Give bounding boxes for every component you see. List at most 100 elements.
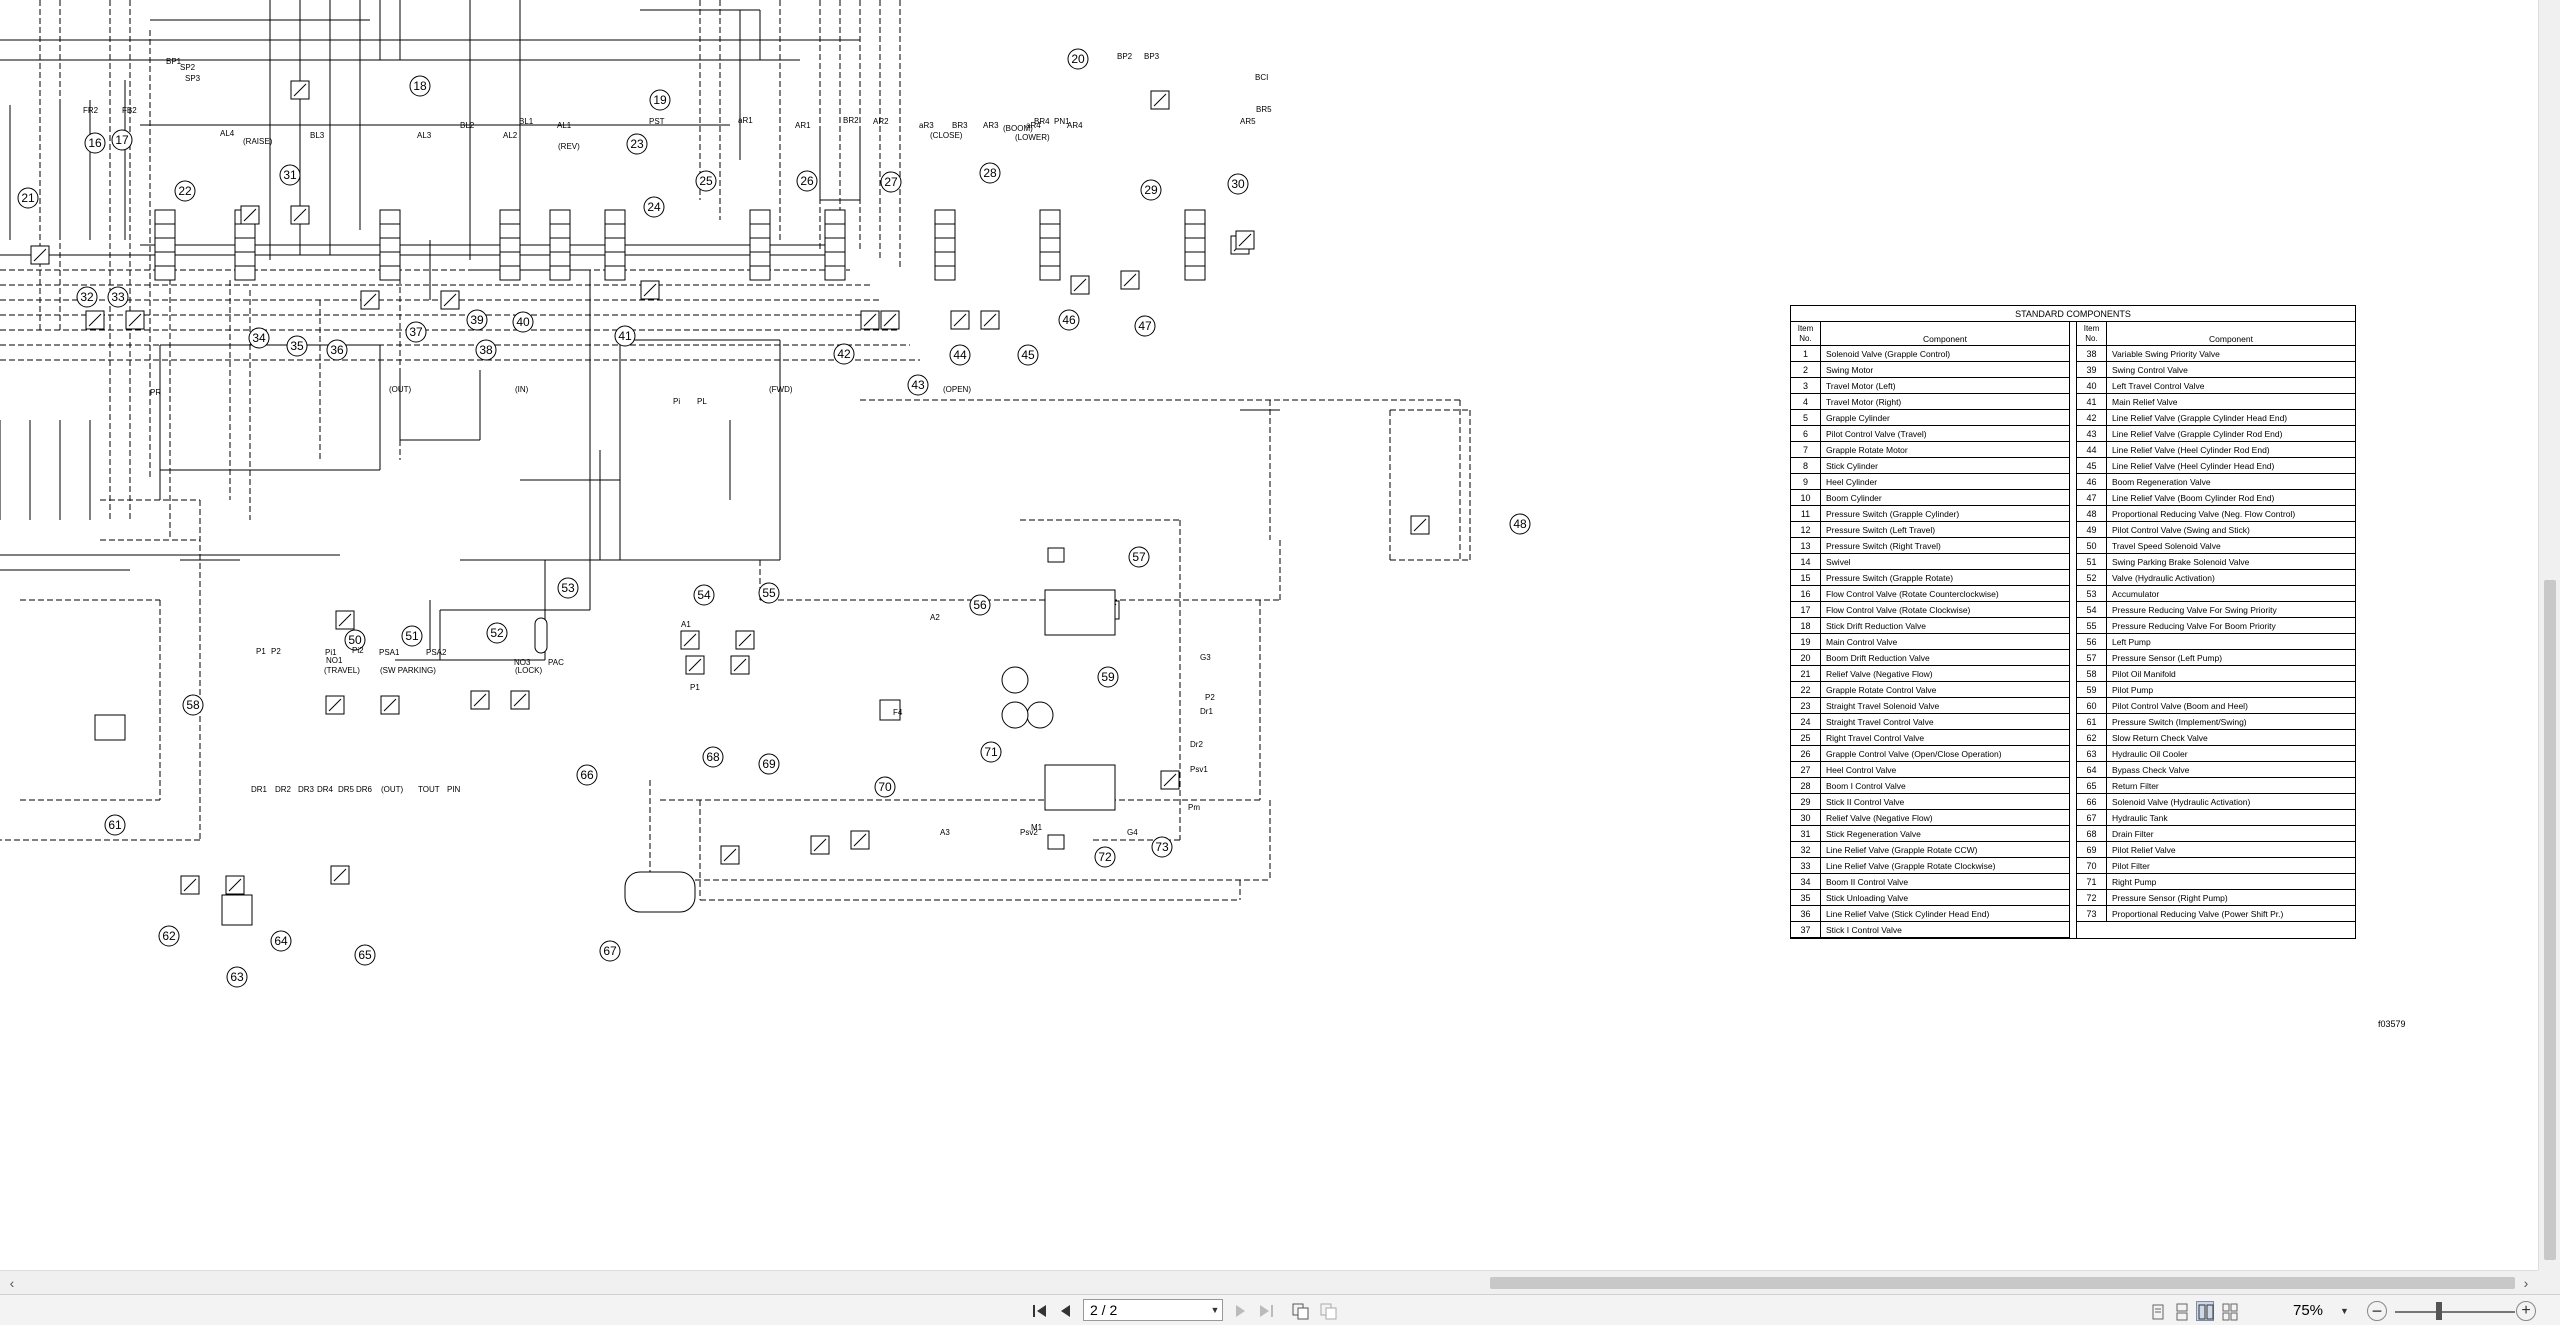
zoom-in-icon[interactable]: + [2516, 1301, 2536, 1321]
component-name: Pilot Oil Manifold [2112, 669, 2176, 679]
zoom-level[interactable]: 75% [2278, 1301, 2338, 1321]
svg-text:31: 31 [283, 168, 297, 182]
table-row: 52 Valve (Hydraulic Activation) [2077, 570, 2355, 586]
table-row: 40 Left Travel Control Valve [2077, 378, 2355, 394]
first-page-icon[interactable] [1030, 1301, 1050, 1321]
table-row: 66 Solenoid Valve (Hydraulic Activation) [2077, 794, 2355, 810]
port-label: Psv1 [1190, 765, 1208, 774]
zoom-slider-thumb[interactable] [2436, 1302, 2442, 1320]
item-number: 62 [2077, 730, 2107, 745]
table-right-column: Item No. Component 38 Variable Swing Prio… [2076, 322, 2355, 938]
continuous-view-icon[interactable] [2172, 1301, 2190, 1321]
table-row: 63 Hydraulic Oil Cooler [2077, 746, 2355, 762]
svg-text:21: 21 [21, 191, 35, 205]
component-name: Solenoid Valve (Hydraulic Activation) [2112, 797, 2251, 807]
component-name: Valve (Hydraulic Activation) [2112, 573, 2215, 583]
document-canvas[interactable]: 16 17 18 19 20 21 22 23 24 25 26 27 28 29 30 31 32 33 34 35… [0, 0, 2538, 1270]
svg-text:64: 64 [274, 934, 288, 948]
item-number: 24 [1791, 714, 1821, 729]
component-name: Relief Valve (Negative Flow) [1826, 813, 1933, 823]
prev-page-icon[interactable] [1056, 1301, 1076, 1321]
callout-59: 59 [1097, 666, 1119, 688]
component-name: Pilot Filter [2112, 861, 2150, 871]
item-number: 64 [2077, 762, 2107, 777]
port-label: AL4 [220, 129, 235, 138]
callout-19: 19 [649, 89, 671, 111]
port-label: DR1 [251, 785, 268, 794]
page-dropdown-icon[interactable]: ▼ [1208, 1299, 1222, 1321]
item-number: 15 [1791, 570, 1821, 585]
port-label: PR [150, 388, 161, 397]
component-name: Grapple Rotate Control Valve [1826, 685, 1937, 695]
vertical-scrollbar[interactable] [2538, 0, 2560, 1270]
item-number: 2 [1791, 362, 1821, 377]
pdf-viewer: 16 17 18 19 20 21 22 23 24 25 26 27 28 29 30 31 32 33 34 35… [0, 0, 2560, 1325]
callout-26: 26 [796, 170, 818, 192]
item-number: 14 [1791, 554, 1821, 569]
svg-text:72: 72 [1098, 850, 1112, 864]
item-number: 25 [1791, 730, 1821, 745]
svg-text:57: 57 [1132, 550, 1146, 564]
component-name: Pressure Switch (Implement/Swing) [2112, 717, 2247, 727]
scroll-left-arrow-icon[interactable]: ‹ [4, 1275, 20, 1291]
component-name: Grapple Control Valve (Open/Close Operat… [1826, 749, 2002, 759]
table-row: 49 Pilot Control Valve (Swing and Stick) [2077, 522, 2355, 538]
last-page-icon[interactable] [1256, 1301, 1276, 1321]
component-name: Swing Parking Brake Solenoid Valve [2112, 557, 2250, 567]
two-page-continuous-icon[interactable] [2220, 1301, 2238, 1321]
item-number: 45 [2077, 458, 2107, 473]
callout-57: 57 [1128, 546, 1150, 568]
table-left-column: Item No. Component 1 Solenoid Valve (Grap… [1791, 322, 2070, 938]
item-number: 70 [2077, 858, 2107, 873]
table-row: 51 Swing Parking Brake Solenoid Valve [2077, 554, 2355, 570]
item-number: 52 [2077, 570, 2107, 585]
table-row: 60 Pilot Control Valve (Boom and Heel) [2077, 698, 2355, 714]
port-label: DR4 [317, 785, 334, 794]
two-page-view-icon[interactable] [2196, 1301, 2214, 1321]
extract-page-icon[interactable] [1318, 1301, 1340, 1321]
port-label: (TRAVEL) [324, 666, 360, 675]
zoom-slider-track[interactable] [2395, 1311, 2515, 1313]
horizontal-scroll-thumb[interactable] [1490, 1277, 2515, 1289]
item-number: 32 [1791, 842, 1821, 857]
scroll-right-arrow-icon[interactable]: › [2518, 1275, 2534, 1291]
item-number: 60 [2077, 698, 2107, 713]
component-name: Right Travel Control Valve [1826, 733, 1925, 743]
item-number: 56 [2077, 634, 2107, 649]
callout-72: 72 [1094, 846, 1116, 868]
zoom-dropdown-icon[interactable]: ▼ [2340, 1301, 2352, 1321]
zoom-out-icon[interactable]: − [2367, 1301, 2387, 1321]
callout-41: 41 [614, 325, 636, 347]
svg-text:63: 63 [230, 970, 244, 984]
copy-page-icon[interactable] [1290, 1301, 1312, 1321]
next-page-icon[interactable] [1230, 1301, 1250, 1321]
table-row: 45 Line Relief Valve (Heel Cylinder Head … [2077, 458, 2355, 474]
single-page-view-icon[interactable] [2148, 1301, 2166, 1321]
svg-text:47: 47 [1138, 319, 1152, 333]
item-number: 50 [2077, 538, 2107, 553]
port-label: AL3 [417, 131, 432, 140]
callout-58: 58 [182, 694, 204, 716]
port-label: DR5 [338, 785, 355, 794]
component-name: Straight Travel Solenoid Valve [1826, 701, 1940, 711]
item-number: 1 [1791, 346, 1821, 361]
table-row: 22 Grapple Rotate Control Valve [1791, 682, 2069, 698]
callout-65: 65 [354, 944, 376, 966]
horizontal-scrollbar[interactable]: ‹ › [0, 1270, 2538, 1294]
table-row: 16 Flow Control Valve (Rotate Countercloc… [1791, 586, 2069, 602]
port-label: Pi [673, 397, 680, 406]
callout-42: 42 [833, 343, 855, 365]
component-name: Pilot Pump [2112, 685, 2154, 695]
table-row: 11 Pressure Switch (Grapple Cylinder) [1791, 506, 2069, 522]
item-number: 29 [1791, 794, 1821, 809]
port-label: A2 [930, 613, 940, 622]
component-name: Pilot Control Valve (Boom and Heel) [2112, 701, 2248, 711]
page-number-field[interactable]: 2 / 2 [1083, 1299, 1223, 1321]
table-row: 32 Line Relief Valve (Grapple Rotate CCW) [1791, 842, 2069, 858]
component-name: Stick Regeneration Valve [1826, 829, 1921, 839]
table-row: 1 Solenoid Valve (Grapple Control) [1791, 346, 2069, 362]
vertical-scroll-thumb[interactable] [2544, 580, 2556, 1260]
item-number: 71 [2077, 874, 2107, 889]
item-number: 11 [1791, 506, 1821, 521]
item-number: 33 [1791, 858, 1821, 873]
